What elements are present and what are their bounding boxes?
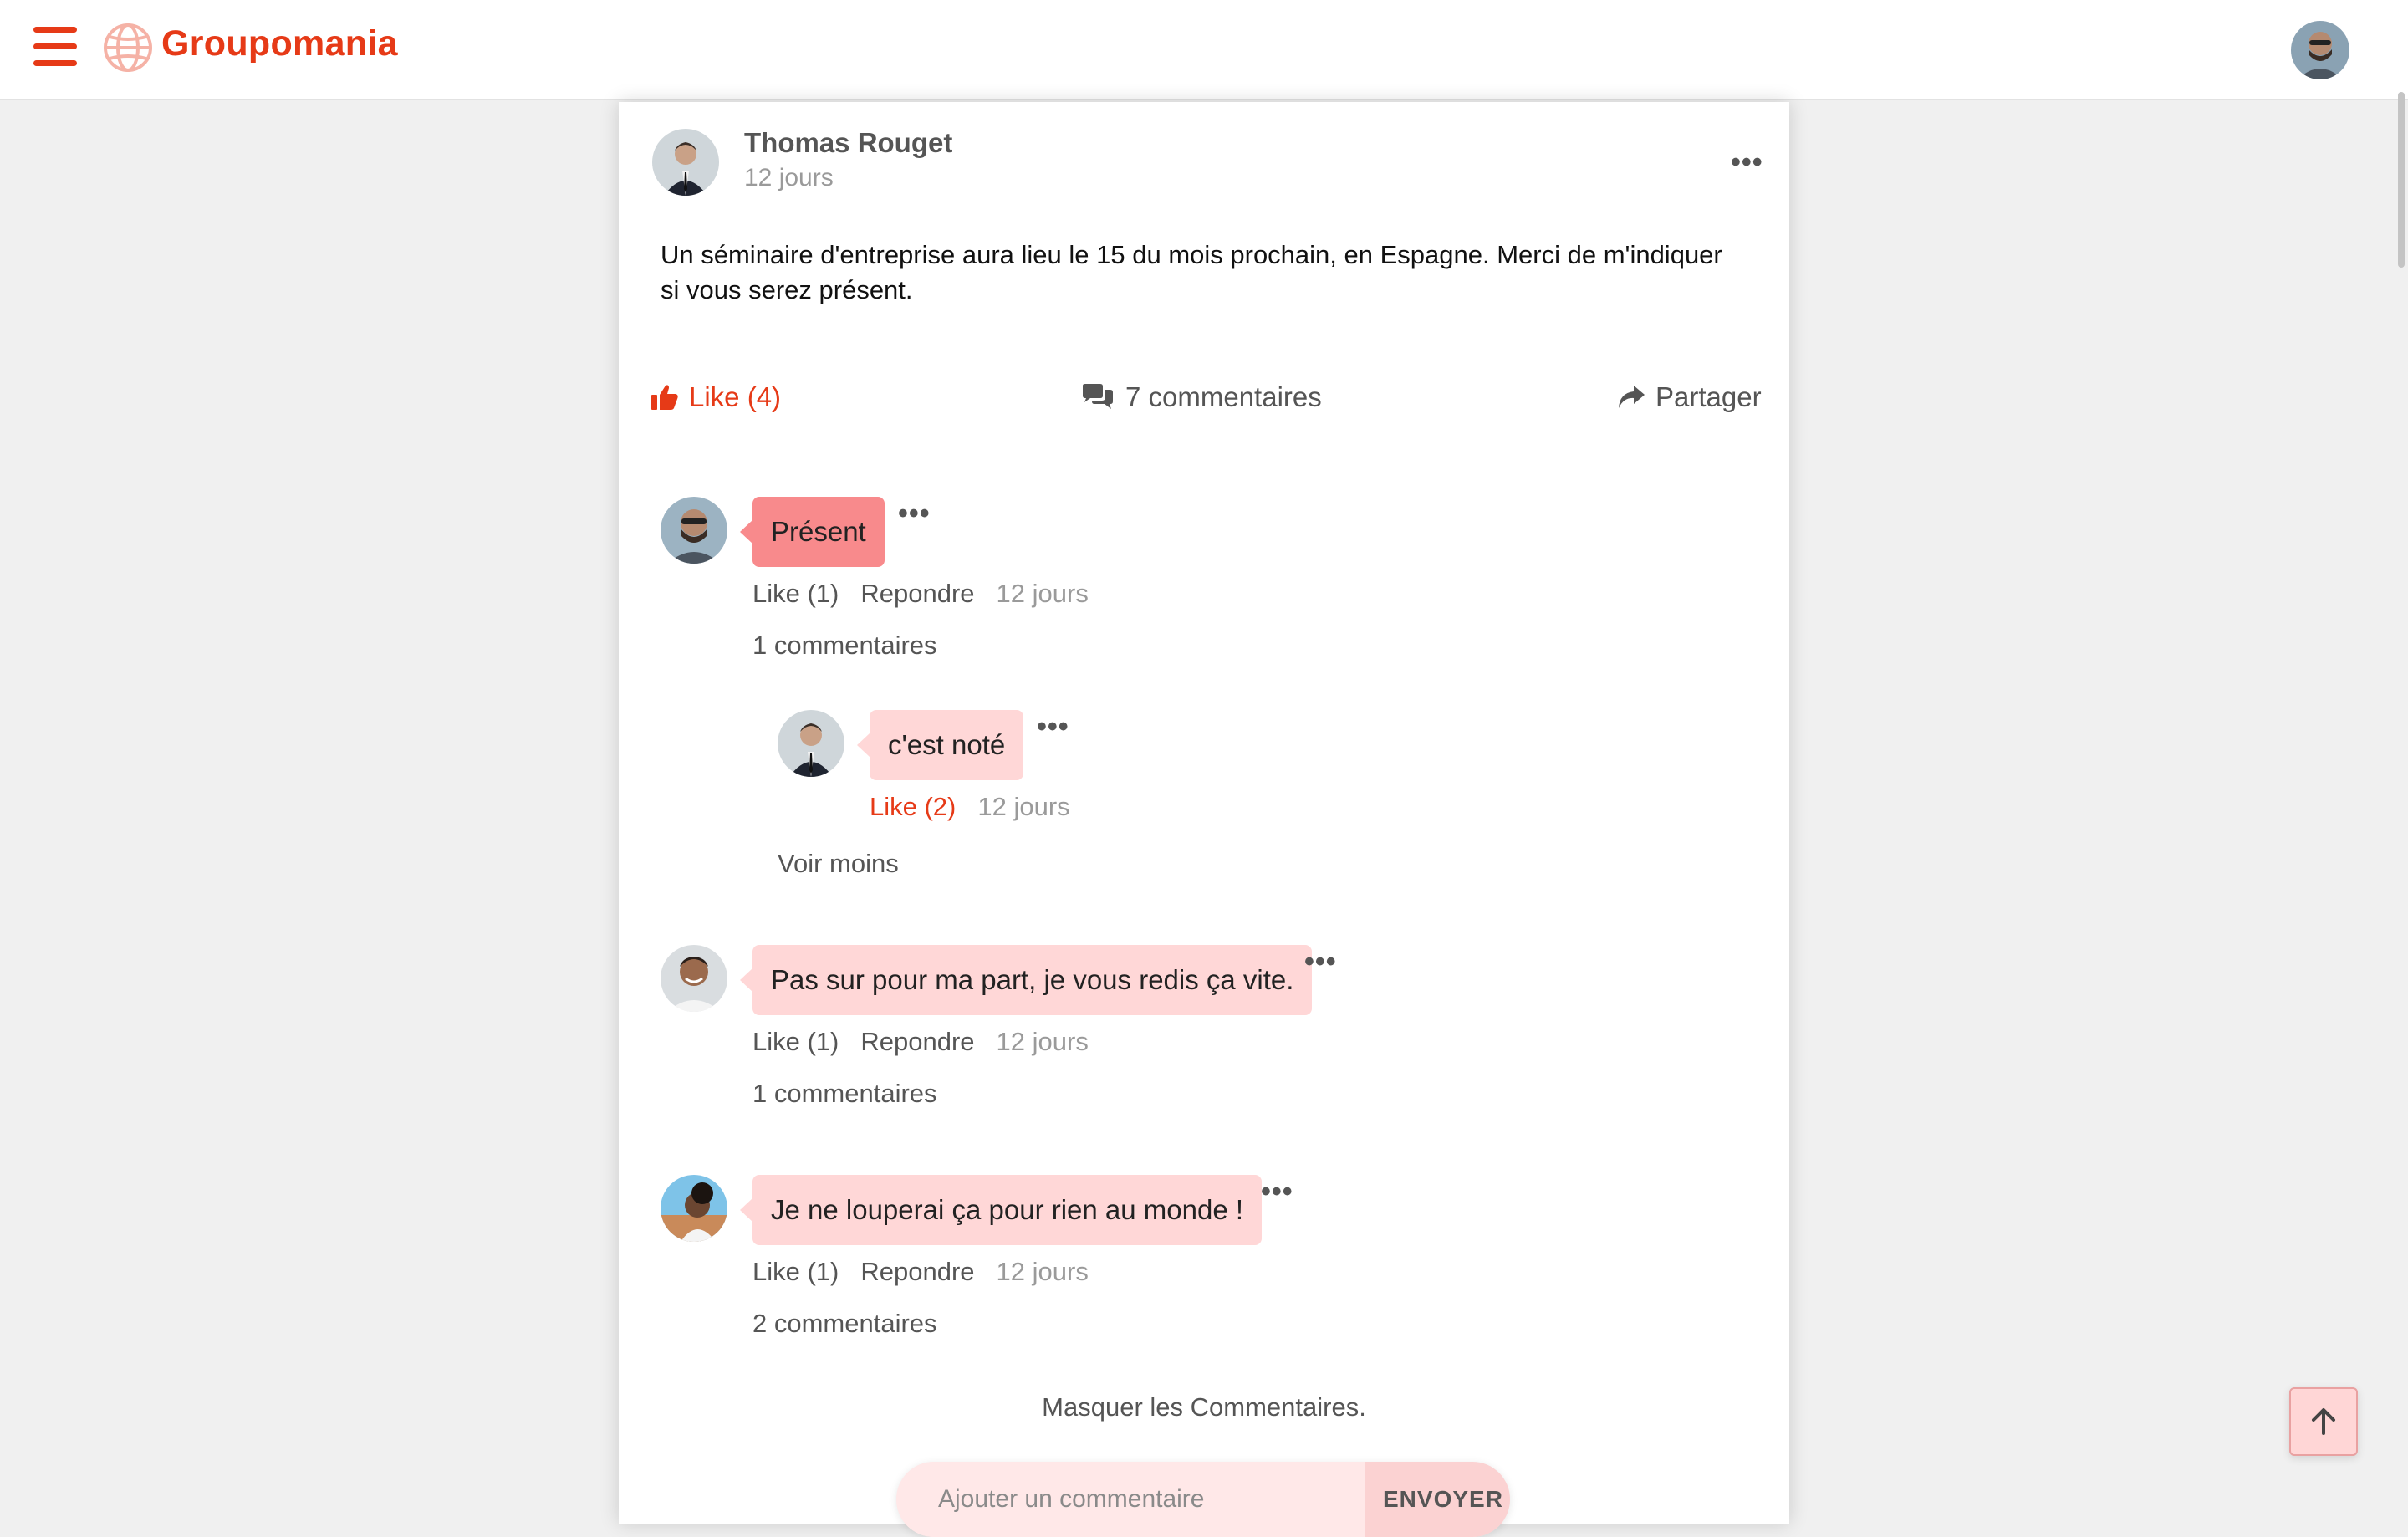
comment-bubble: Pas sur pour ma part, je vous redis ça v…: [739, 945, 1313, 1015]
comment-reply-button[interactable]: Repondre: [860, 1027, 974, 1057]
hide-comments-link[interactable]: Masquer les Commentaires.: [619, 1392, 1789, 1422]
globe-icon: [104, 23, 152, 72]
scrollbar-track[interactable]: [2390, 100, 2408, 1505]
brand-logo-text[interactable]: Groupomania: [161, 23, 398, 64]
comment-replies-count[interactable]: 1 commentaires: [752, 631, 937, 661]
reply-options-icon[interactable]: •••: [1037, 712, 1069, 741]
scrollbar-thumb[interactable]: [2398, 92, 2405, 268]
post-options-icon[interactable]: •••: [1731, 148, 1763, 176]
send-comment-button[interactable]: ENVOYER: [1365, 1462, 1510, 1537]
reply-time: 12 jours: [977, 792, 1070, 821]
comment-meta: Like (1) Repondre 12 jours: [752, 1257, 1089, 1287]
comment-options-icon[interactable]: •••: [898, 499, 931, 528]
comment-options-icon[interactable]: •••: [1261, 1177, 1293, 1206]
comments-button[interactable]: 7 commentaires: [1080, 381, 1322, 413]
post-card: Thomas Rouget 12 jours ••• Un séminaire …: [619, 102, 1789, 1537]
post-text: Un séminaire d'entreprise aura lieu le 1…: [661, 240, 1722, 304]
comment-meta: Like (1) Repondre 12 jours: [752, 1027, 1089, 1057]
reply-bubble: c'est noté: [856, 710, 1024, 780]
comment-form: ENVOYER: [896, 1462, 1510, 1537]
comment-bubble: Présent: [740, 497, 885, 567]
share-icon: [1619, 386, 1645, 408]
hamburger-menu-icon[interactable]: [33, 27, 77, 69]
comment-time: 12 jours: [996, 1027, 1089, 1056]
comments-count: 7 commentaires: [1125, 381, 1322, 412]
commenter-avatar[interactable]: [661, 945, 727, 1012]
share-label: Partager: [1656, 381, 1762, 412]
comment-like-button[interactable]: Like (1): [752, 1257, 839, 1287]
share-button[interactable]: Partager: [1617, 381, 1762, 413]
comment-like-button[interactable]: Like (1): [752, 579, 839, 609]
comment-time: 12 jours: [996, 579, 1089, 608]
arrow-up-icon: [2312, 1408, 2335, 1435]
top-bar: Groupomania: [0, 0, 2408, 100]
thumbs-up-icon: [651, 385, 678, 410]
comment-bubble: Je ne louperai ça pour rien au monde !: [739, 1175, 1263, 1245]
comment-time: 12 jours: [996, 1257, 1089, 1286]
comment-options-icon[interactable]: •••: [1304, 947, 1337, 976]
scroll-to-top-button[interactable]: [2289, 1387, 2358, 1456]
reply-meta: Like (2) 12 jours: [870, 792, 1070, 822]
post-author[interactable]: Thomas Rouget: [744, 127, 952, 159]
comment-replies-count[interactable]: 1 commentaires: [752, 1079, 937, 1109]
reply-like-button[interactable]: Like (2): [870, 792, 956, 822]
author-avatar[interactable]: [652, 129, 719, 196]
comment-like-button[interactable]: Like (1): [752, 1027, 839, 1057]
comment-reply-button[interactable]: Repondre: [860, 579, 974, 609]
comment-meta: Like (1) Repondre 12 jours: [752, 579, 1089, 609]
reply-author-avatar[interactable]: [778, 710, 844, 777]
post-time: 12 jours: [744, 164, 834, 191]
commenter-avatar[interactable]: [661, 1175, 727, 1242]
see-less-link[interactable]: Voir moins: [778, 849, 899, 879]
user-avatar[interactable]: [2291, 21, 2349, 79]
like-button[interactable]: Like (4): [650, 381, 781, 413]
comment-reply-button[interactable]: Repondre: [860, 1257, 974, 1287]
commenter-avatar[interactable]: [661, 497, 727, 564]
like-label: Like (4): [689, 381, 782, 412]
comment-input[interactable]: [896, 1462, 1365, 1537]
comments-icon: [1083, 384, 1113, 409]
comment-replies-count[interactable]: 2 commentaires: [752, 1309, 937, 1339]
